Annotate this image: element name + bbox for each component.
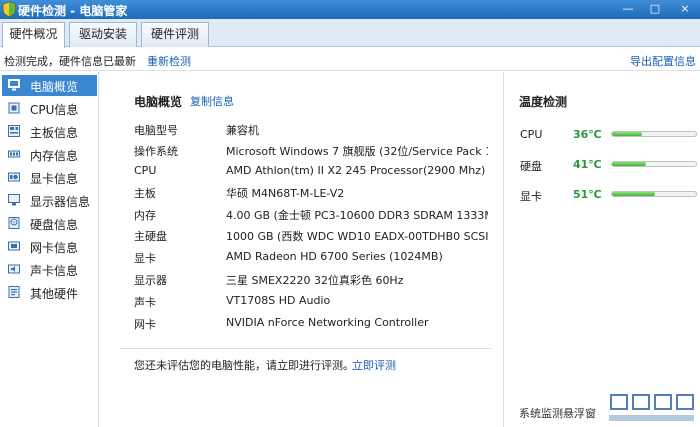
- row-value-memory: 4.00 GB (金士顿 PC3-10600 DDR3 SDRAM 1333MH…: [226, 209, 488, 222]
- tab-hardware-overview[interactable]: 硬件概况: [2, 22, 65, 48]
- evaluate-now-link[interactable]: 立即评测: [352, 357, 396, 373]
- row-value-network: NVIDIA nForce Networking Controller: [226, 316, 429, 329]
- temp-value-cpu: 36℃: [573, 128, 602, 141]
- sound-card-icon: [8, 264, 20, 274]
- row-label-motherboard: 主板: [134, 187, 156, 200]
- sidebar-item-cpu[interactable]: CPU信息: [2, 98, 97, 119]
- row-label-network: 网卡: [134, 318, 156, 331]
- row-label-sound: 声卡: [134, 296, 156, 309]
- sidebar-item-other[interactable]: 其他硬件: [2, 282, 97, 303]
- row-label-os: 操作系统: [134, 145, 178, 158]
- temp-fill-hard-disk: [612, 162, 647, 166]
- sidebar-item-motherboard[interactable]: 主板信息: [2, 121, 97, 142]
- sidebar-item-graphics[interactable]: 显卡信息: [2, 167, 97, 188]
- temp-label-hard-disk: 硬盘: [520, 160, 542, 173]
- tab-hardware-benchmark[interactable]: 硬件评测: [141, 22, 209, 47]
- sidebar-item-label: 硬盘信息: [30, 218, 79, 232]
- row-value-hard-disk: 1000 GB (西数 WDC WD10 EADX-00TDHB0 SCSI D…: [226, 230, 488, 243]
- temp-value-hard-disk: 41℃: [573, 158, 602, 171]
- sidebar-item-memory[interactable]: 内存信息: [2, 144, 97, 165]
- window-title: 硬件检测 - 电脑管家: [18, 4, 128, 18]
- other-hardware-icon: [8, 286, 20, 298]
- copy-info-link[interactable]: 复制信息: [190, 93, 234, 109]
- sidebar-item-hard-disk[interactable]: 硬盘信息: [2, 213, 97, 234]
- row-label-cpu: CPU: [134, 164, 157, 177]
- refresh-link[interactable]: 重新检测: [147, 53, 191, 69]
- tab-bar: 硬件概况 驱动安装 硬件评测: [0, 19, 700, 48]
- row-value-cpu: AMD Athlon(tm) II X2 245 Processor(2900 …: [226, 164, 486, 177]
- temp-label-graphics: 显卡: [520, 190, 542, 203]
- sidebar-item-display[interactable]: 显示器信息: [2, 190, 97, 211]
- sidebar-item-label: 主板信息: [30, 126, 79, 140]
- status-text: 检测完成，硬件信息已最新: [4, 55, 136, 68]
- sidebar-item-label: 显示器信息: [30, 195, 91, 209]
- sidebar-item-label: CPU信息: [30, 103, 79, 117]
- temperature-panel: 温度检测 CPU 36℃ 硬盘 41℃ 显卡 51℃ 系统监测悬浮窗: [503, 72, 700, 427]
- graphics-card-icon: [8, 172, 20, 182]
- temp-fill-graphics: [612, 192, 655, 196]
- sidebar-item-label: 其他硬件: [30, 287, 79, 301]
- site-watermark-logo: [605, 391, 696, 421]
- row-label-display: 显示器: [134, 274, 167, 287]
- section-title: 电脑概览: [134, 95, 183, 109]
- row-label-graphics: 显卡: [134, 252, 156, 265]
- motherboard-icon: [8, 125, 20, 137]
- temp-fill-cpu: [612, 132, 643, 136]
- temp-label-cpu: CPU: [520, 128, 543, 141]
- sidebar-item-label: 网卡信息: [30, 241, 79, 255]
- shield-logo-icon: [2, 2, 16, 17]
- memory-icon: [8, 150, 20, 158]
- network-card-icon: [8, 241, 20, 251]
- sidebar-item-overview[interactable]: 电脑概览: [2, 75, 97, 96]
- temp-bar-cpu: [611, 131, 697, 137]
- row-value-motherboard: 华硕 M4N68T-M-LE-V2: [226, 187, 345, 200]
- sidebar-item-label: 声卡信息: [30, 264, 79, 278]
- temp-bar-hard-disk: [611, 161, 697, 167]
- divider: [120, 348, 492, 349]
- row-value-sound: VT1708S HD Audio: [226, 294, 331, 307]
- status-bar: 检测完成，硬件信息已最新 重新检测 导出配置信息: [0, 48, 700, 71]
- title-bar: 硬件检测 - 电脑管家 — □ ×: [0, 0, 700, 19]
- sidebar-item-label: 显卡信息: [30, 172, 79, 186]
- row-value-display: 三星 SMEX2220 32位真彩色 60Hz: [226, 274, 404, 287]
- sidebar-item-label: 电脑概览: [30, 80, 79, 94]
- row-label-hard-disk: 主硬盘: [134, 230, 167, 243]
- evaluation-prompt: 您还未评估您的电脑性能，请立即进行评测。: [134, 359, 354, 372]
- tab-driver-install[interactable]: 驱动安装: [69, 22, 137, 47]
- maximize-button[interactable]: □: [643, 0, 667, 19]
- row-label-model: 电脑型号: [134, 124, 178, 137]
- temperature-title: 温度检测: [519, 95, 568, 109]
- row-value-os: Microsoft Windows 7 旗舰版 (32位/Service Pac…: [226, 145, 488, 158]
- minimize-button[interactable]: —: [616, 0, 640, 19]
- row-label-memory: 内存: [134, 209, 156, 222]
- hard-disk-icon: [8, 217, 20, 229]
- export-config-link[interactable]: 导出配置信息: [630, 53, 696, 69]
- sidebar: 电脑概览 CPU信息 主板信息 内存信息 显卡信息 显示器信息 硬盘信息 网卡信…: [0, 72, 99, 427]
- sidebar-item-sound[interactable]: 声卡信息: [2, 259, 97, 280]
- sidebar-item-label: 内存信息: [30, 149, 79, 163]
- temp-value-graphics: 51℃: [573, 188, 602, 201]
- hardware-detect-window: 硬件检测 - 电脑管家 — □ × 硬件概况 驱动安装 硬件评测 检测完成，硬件…: [0, 0, 700, 427]
- row-value-model: 兼容机: [226, 124, 259, 137]
- overview-panel: 电脑概览 复制信息 电脑型号 兼容机 操作系统 Microsoft Window…: [100, 72, 503, 427]
- monitor-icon: [8, 79, 20, 91]
- row-value-graphics: AMD Radeon HD 6700 Series (1024MB): [226, 250, 443, 263]
- sidebar-item-network[interactable]: 网卡信息: [2, 236, 97, 257]
- close-button[interactable]: ×: [670, 0, 700, 19]
- temp-bar-graphics: [611, 191, 697, 197]
- display-icon: [8, 194, 20, 206]
- monitor-float-window-link[interactable]: 系统监测悬浮窗: [519, 405, 596, 421]
- cpu-icon: [8, 102, 20, 114]
